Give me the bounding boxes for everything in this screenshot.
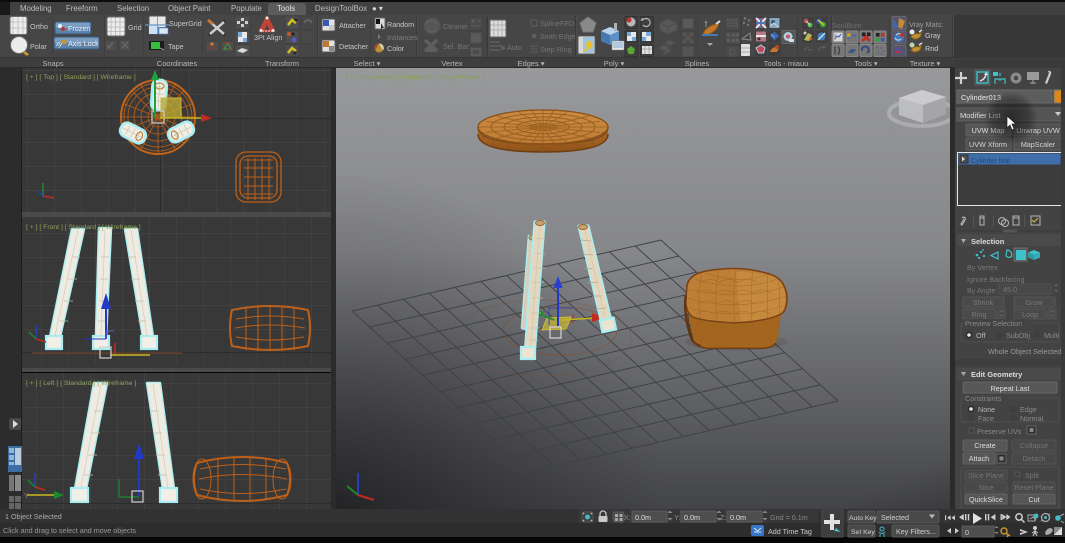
svg-text:By Vertex: By Vertex [967, 263, 998, 272]
svg-text:Grid = 0.1m: Grid = 0.1m [770, 513, 808, 522]
svg-text:Split: Split [1025, 471, 1039, 480]
svg-text:45.0: 45.0 [1003, 285, 1017, 294]
svg-text:Selected: Selected [881, 513, 909, 522]
svg-text:Vray Mats:: Vray Mats: [909, 20, 943, 29]
svg-text:Auto: Auto [507, 43, 522, 52]
svg-text:Slice: Slice [978, 483, 994, 492]
svg-text:By Angle:: By Angle: [967, 286, 997, 295]
svg-text:0.0m: 0.0m [635, 513, 651, 522]
svg-text:Sel. Bad: Sel. Bad [443, 42, 470, 51]
svg-text:Set Key: Set Key [851, 529, 875, 536]
svg-text:MapScaler: MapScaler [1021, 140, 1056, 149]
svg-text:Color: Color [387, 44, 405, 53]
svg-text:SuperGrid: SuperGrid [169, 19, 202, 28]
svg-text:Whole Object Selected: Whole Object Selected [988, 347, 1061, 356]
svg-text:Ortho: Ortho [30, 22, 48, 31]
svg-text:Grid: Grid [128, 23, 142, 32]
svg-text:Ring: Ring [972, 310, 987, 319]
svg-text:Create: Create [974, 441, 996, 450]
svg-text:Grow: Grow [1025, 298, 1043, 307]
svg-text:Attacher: Attacher [339, 21, 366, 30]
svg-text:QuickSlice: QuickSlice [969, 495, 1003, 504]
svg-text:Preview Selection: Preview Selection [965, 319, 1022, 328]
svg-text:Cylinder Mat: Cylinder Mat [971, 158, 1010, 165]
svg-text:Rnd: Rnd [925, 44, 938, 53]
svg-text:Key Filters...: Key Filters... [896, 527, 936, 536]
svg-text:Add Time Tag: Add Time Tag [768, 527, 812, 536]
svg-text:Collapse: Collapse [1020, 441, 1048, 450]
svg-text:Click and drag to select and m: Click and drag to select and move object… [3, 526, 136, 535]
svg-text:Edit Geometry: Edit Geometry [971, 370, 1023, 379]
svg-text:Axis Lock: Axis Lock [68, 39, 99, 48]
svg-text:Step Ring: Step Ring [540, 45, 572, 54]
svg-text:D: D [729, 47, 736, 57]
svg-text:[ + ] [ Left ] [ Standard ] [: [ + ] [ Left ] [ Standard ] [ Wireframe … [26, 380, 136, 387]
svg-text:Face: Face [978, 414, 994, 423]
svg-text:Gray: Gray [925, 31, 941, 40]
svg-text:0.0m: 0.0m [730, 513, 746, 522]
svg-text:Y:: Y: [674, 513, 680, 522]
svg-text:Multi: Multi [1044, 331, 1060, 340]
svg-text:Random: Random [387, 20, 414, 29]
svg-text:Repeat Last: Repeat Last [991, 384, 1030, 393]
svg-text:Tape: Tape [168, 42, 184, 51]
svg-text:Selection: Selection [971, 237, 1005, 246]
svg-text:Y: Y [24, 493, 29, 500]
svg-text:[ + ] [ Top ] [ Standard ] [ W: [ + ] [ Top ] [ Standard ] [ Wireframe ] [26, 74, 136, 81]
svg-text:Auto Key: Auto Key [849, 515, 877, 522]
svg-text:Edge: Edge [1020, 405, 1037, 414]
svg-text:Detacher: Detacher [339, 42, 369, 51]
svg-text:Z:: Z: [720, 513, 726, 522]
svg-text:Polar: Polar [30, 42, 47, 51]
svg-text:3Pt Align: 3Pt Align [254, 33, 282, 42]
svg-text:Slice Plane: Slice Plane [968, 471, 1004, 480]
svg-text:[ + ] [ Front ] [ Standard ] [: [ + ] [ Front ] [ Standard ] [ Wireframe… [26, 224, 141, 231]
svg-text:1 Object Selected: 1 Object Selected [5, 512, 62, 521]
svg-text:Instances: Instances [387, 33, 418, 42]
svg-text:[ + ] [ Perspective ] [ Standa: [ + ] [ Perspective ] [ Standard ] [ Edg… [341, 74, 484, 81]
svg-text:Cleaner: Cleaner [443, 22, 469, 31]
svg-text:Ignore Backfacing: Ignore Backfacing [967, 275, 1025, 284]
svg-text:Shrink: Shrink [973, 298, 994, 307]
svg-text:None: None [978, 405, 995, 414]
svg-text:Reset Plane: Reset Plane [1014, 483, 1053, 492]
svg-text:Smth Edge: Smth Edge [540, 32, 576, 41]
svg-text:Normal: Normal [1020, 414, 1044, 423]
svg-text:Constraints: Constraints [965, 394, 1002, 403]
svg-text:X:: X: [624, 513, 631, 522]
svg-text:Cut: Cut [1028, 495, 1039, 504]
svg-text:Off: Off [976, 331, 985, 340]
svg-text:0: 0 [965, 528, 969, 537]
svg-text:SoulBurn: SoulBurn [832, 21, 862, 30]
svg-text:Attach: Attach [969, 454, 989, 463]
svg-text:Frozen: Frozen [68, 24, 90, 33]
svg-text:Detach: Detach [1023, 454, 1046, 463]
svg-text:Preserve UVs: Preserve UVs [977, 427, 1022, 436]
svg-text:0.0m: 0.0m [684, 513, 700, 522]
svg-text:Loop: Loop [1022, 310, 1038, 319]
svg-text:SubObj: SubObj [1006, 331, 1030, 340]
svg-text:SplineFFD: SplineFFD [540, 19, 574, 28]
